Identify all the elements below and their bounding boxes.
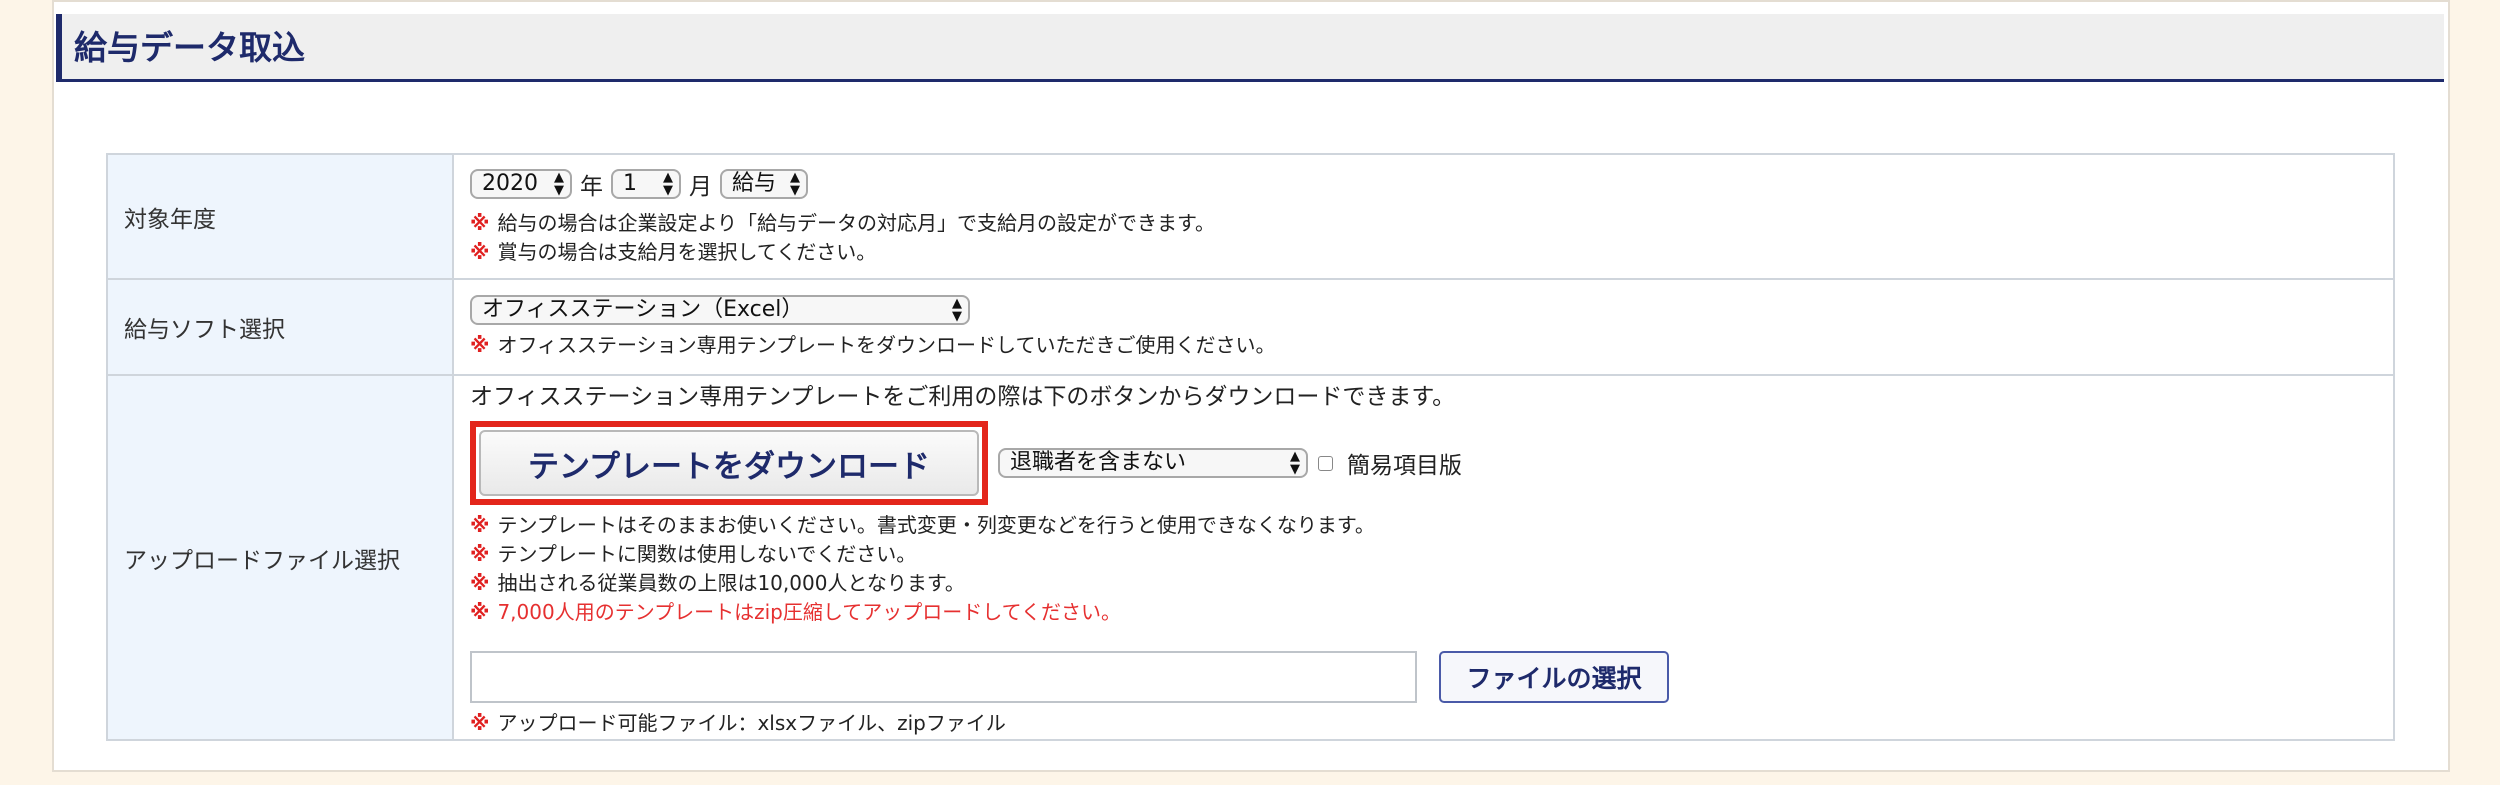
- note-line-warning: ※ 7,000人用のテンプレートはzip圧縮してアップロードしてください。: [470, 598, 2392, 627]
- note-text: テンプレートはそのままお使いください。書式変更・列変更などを行うと使用できなくな…: [497, 513, 1375, 537]
- select-arrows-icon: ▲ ▼: [554, 169, 564, 198]
- file-path-field[interactable]: [470, 651, 1417, 703]
- note-text: アップロード可能ファイル：xlsxファイル、zipファイル: [497, 711, 1006, 735]
- import-form-table: 対象年度 2020 ▲▼ 年 1 ▲▼ 月 給与 ▲▼ ※給与の場合は企: [106, 153, 2395, 741]
- note-text: 賞与の場合は支給月を選択してください。: [497, 239, 877, 264]
- row-upload: アップロードファイル選択 オフィスステーション専用テンプレートをご利用の際は下の…: [106, 374, 2395, 741]
- simple-version-checkbox[interactable]: [1318, 455, 1333, 471]
- upload-label: アップロードファイル選択: [106, 374, 454, 741]
- note-mark-icon: ※: [470, 571, 490, 595]
- row-software: 給与ソフト選択 オフィスステーション（Excel） ▲ ▼ ※ オフィスステーション…: [106, 278, 2395, 376]
- note-mark-icon: ※: [470, 711, 490, 735]
- note-mark-icon: ※: [470, 210, 490, 235]
- row-target-year: 対象年度 2020 ▲▼ 年 1 ▲▼ 月 給与 ▲▼ ※給与の場合は企: [106, 153, 2395, 280]
- download-row: テンプレートをダウンロード 退職者を含まない ▲ ▼ 簡易項目版: [470, 421, 2392, 505]
- payment-type-select[interactable]: 給与 ▲ ▼: [720, 168, 808, 199]
- note-line: ※ オフィスステーション専用テンプレートをダウンロードしていただきご使用ください。: [470, 331, 2392, 360]
- note-line: ※ テンプレートに関数は使用しないでください。: [470, 540, 2392, 569]
- note-mark-icon: ※: [470, 332, 490, 357]
- note-mark-icon: ※: [470, 600, 490, 624]
- select-arrows-icon: ▲ ▼: [1290, 449, 1300, 477]
- software-content: オフィスステーション（Excel） ▲ ▼ ※ オフィスステーション専用テンプレート…: [452, 278, 2395, 376]
- note-line: ※ テンプレートはそのままお使いください。書式変更・列変更などを行うと使用できなく…: [470, 511, 2392, 540]
- note-mark-icon: ※: [470, 239, 490, 264]
- year-unit: 年: [580, 173, 603, 200]
- file-row: ファイルの選択: [470, 651, 2392, 703]
- download-highlight-frame: テンプレートをダウンロード: [470, 421, 988, 505]
- note-line: ※ アップロード可能ファイル：xlsxファイル、zipファイル: [470, 709, 2392, 738]
- note-line: ※ 給与の場合は企業設定より「給与データの対応月」で支給月の設定ができます。: [470, 209, 2392, 238]
- target-year-content: 2020 ▲ ▼ 年 1 ▲ ▼ 月 給与 ▲ ▼ ※ 給与の場合は企業設定より「給与デ…: [452, 153, 2395, 280]
- software-label: 給与ソフト選択: [106, 278, 454, 376]
- download-template-button[interactable]: テンプレートをダウンロード: [479, 430, 979, 496]
- note-text: オフィスステーション専用テンプレートをダウンロードしていただきご使用ください。: [497, 332, 1276, 357]
- retiree-select-value: 退職者を含まない: [1010, 450, 1187, 475]
- software-select[interactable]: オフィスステーション（Excel） ▲ ▼: [470, 294, 970, 325]
- select-arrows-icon: ▲ ▼: [663, 169, 673, 198]
- month-select-value: 1: [623, 170, 637, 196]
- header-accent-bar: [56, 14, 62, 79]
- select-arrows-icon: ▲ ▼: [952, 295, 962, 324]
- simple-version-label: 簡易項目版: [1347, 453, 1462, 479]
- note-text: 給与の場合は企業設定より「給与データの対応月」で支給月の設定ができます。: [497, 210, 1216, 235]
- year-select[interactable]: 2020 ▲ ▼: [470, 168, 572, 199]
- note-line: ※ 抽出される従業員数の上限は10,000人となります。: [470, 569, 2392, 598]
- page-title: 給与データ取込: [74, 28, 305, 67]
- choose-file-button[interactable]: ファイルの選択: [1439, 651, 1669, 703]
- month-select[interactable]: 1 ▲ ▼: [611, 168, 681, 199]
- note-line: ※ 賞与の場合は支給月を選択してください。: [470, 238, 2392, 267]
- note-text: 抽出される従業員数の上限は10,000人となります。: [497, 571, 965, 595]
- note-mark-icon: ※: [470, 513, 490, 537]
- upload-content: オフィスステーション専用テンプレートをご利用の際は下のボタンからダウンロードでき…: [452, 374, 2395, 741]
- page-header: 給与データ取込: [56, 14, 2444, 82]
- payment-type-value: 給与: [732, 170, 777, 196]
- note-mark-icon: ※: [470, 542, 490, 566]
- retiree-select[interactable]: 退職者を含まない ▲ ▼: [998, 448, 1308, 478]
- target-year-label: 対象年度: [106, 153, 454, 280]
- note-text: テンプレートに関数は使用しないでください。: [497, 542, 917, 566]
- year-select-value: 2020: [482, 170, 538, 196]
- software-select-value: オフィスステーション（Excel）: [482, 296, 804, 322]
- select-arrows-icon: ▲ ▼: [790, 169, 800, 198]
- month-unit: 月: [689, 173, 712, 200]
- upload-intro-text: オフィスステーション専用テンプレートをご利用の際は下のボタンからダウンロードでき…: [470, 384, 1456, 410]
- warning-text: 7,000人用のテンプレートはzip圧縮してアップロードしてください。: [497, 600, 1122, 624]
